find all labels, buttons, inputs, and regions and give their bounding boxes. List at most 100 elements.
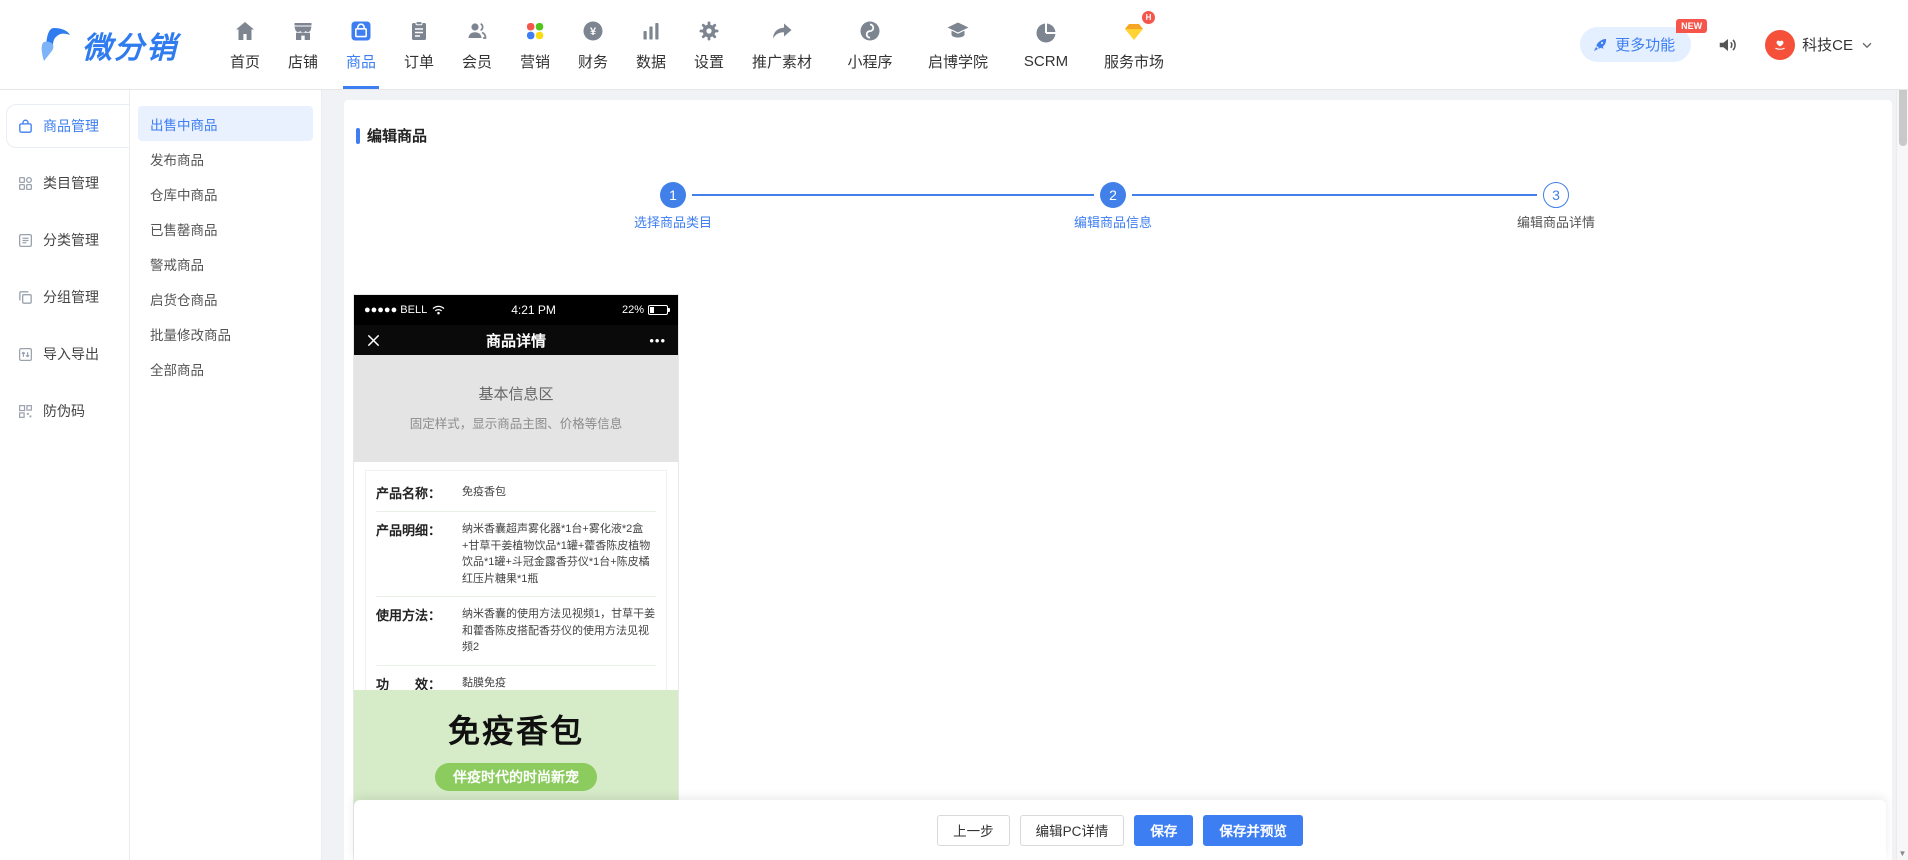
nav-item-marketing[interactable]: 营销 — [506, 0, 564, 89]
sidebar-item-product-manage[interactable]: 商品管理 — [6, 104, 129, 148]
nav-label: 店铺 — [288, 51, 318, 72]
sidebar-item-label: 商品管理 — [43, 116, 99, 136]
academy-cap-icon — [945, 18, 971, 44]
nav-label: 服务市场 — [1104, 51, 1164, 72]
nav-item-promo-material[interactable]: 推广素材 — [738, 0, 826, 89]
product-submenu: 出售中商品 发布商品 仓库中商品 已售罄商品 警戒商品 启货仓商品 批量修改商品… — [130, 90, 322, 860]
sidebar-item-category-manage[interactable]: 分类管理 — [6, 218, 129, 262]
nav-item-miniprogram[interactable]: 小程序 — [826, 0, 914, 89]
info-zone-title: 基本信息区 — [354, 355, 678, 404]
more-dots-icon: ••• — [649, 333, 678, 348]
submenu-item-sold-out[interactable]: 已售罄商品 — [138, 211, 313, 246]
step-3-label[interactable]: 编辑商品详情 — [1456, 212, 1656, 231]
previous-step-button[interactable]: 上一步 — [937, 815, 1010, 846]
carrier-signal-text: ●●●●● BELL — [364, 304, 427, 316]
step-1-label[interactable]: 选择商品类目 — [573, 212, 773, 231]
save-button[interactable]: 保存 — [1134, 815, 1193, 846]
submenu-item-stock-warehouse[interactable]: 启货仓商品 — [138, 281, 313, 316]
sidebar-item-anticounterfeit-code[interactable]: 防伪码 — [6, 389, 129, 433]
submenu-item-on-sale[interactable]: 出售中商品 — [138, 106, 313, 141]
submenu-label: 警戒商品 — [150, 254, 204, 274]
sidebar-item-label: 分类管理 — [43, 230, 99, 250]
edit-product-card: 编辑商品 1 2 3 选择商品类目 编辑商品信息 编辑商品详情 ●●●●● BE… — [344, 100, 1892, 860]
sidebar-item-group-manage[interactable]: 分组管理 — [6, 275, 129, 319]
step-connector-1 — [692, 194, 1094, 196]
nav-item-home[interactable]: 首页 — [216, 0, 274, 89]
layers-icon — [17, 289, 34, 306]
nav-item-shop[interactable]: 店铺 — [274, 0, 332, 89]
nav-item-data[interactable]: 数据 — [622, 0, 680, 89]
svg-text:¥: ¥ — [590, 26, 597, 38]
submenu-item-in-warehouse[interactable]: 仓库中商品 — [138, 176, 313, 211]
miniprogram-icon — [857, 18, 883, 44]
main-row: 商品管理 类目管理 分类管理 分组管理 导入导出 — [0, 90, 1908, 860]
submenu-label: 已售罄商品 — [150, 219, 218, 239]
nav-item-service-market[interactable]: H 服务市场 — [1090, 0, 1178, 89]
step-2-circle[interactable]: 2 — [1100, 182, 1126, 208]
field-value: 黏膜免疫 — [462, 674, 656, 691]
nav-item-scrm[interactable]: SCRM — [1002, 0, 1090, 89]
submenu-label: 出售中商品 — [150, 114, 218, 134]
promo-share-icon — [769, 18, 795, 44]
account-name: 科技CE — [1802, 34, 1853, 55]
nav-label: 订单 — [404, 51, 434, 72]
nav-item-academy[interactable]: 启博学院 — [914, 0, 1002, 89]
field-label: 使用方法： — [376, 605, 462, 656]
action-footer: 上一步 编辑PC详情 保存 保存并预览 — [354, 800, 1886, 860]
scrollbar-down-arrow[interactable]: ▼ — [1897, 849, 1908, 858]
field-value: 纳米香囊超声雾化器*1台+雾化液*2盒+甘草干姜植物饮品*1罐+藿香陈皮植物饮品… — [462, 520, 656, 587]
sidebar-item-import-export[interactable]: 导入导出 — [6, 332, 129, 376]
nav-item-order[interactable]: 订单 — [390, 0, 448, 89]
submenu-item-warning[interactable]: 警戒商品 — [138, 246, 313, 281]
gem-badge: H — [1142, 11, 1155, 24]
announcement-speaker-icon[interactable] — [1717, 34, 1739, 56]
sidebar-item-catalog-manage[interactable]: 类目管理 — [6, 161, 129, 205]
step-1-circle[interactable]: 1 — [660, 182, 686, 208]
banner-title: 免疫香包 — [354, 706, 678, 752]
field-row-name: 产品名称： 免疫香包 — [376, 475, 656, 512]
basic-info-zone: 基本信息区 固定样式，显示商品主图、价格等信息 — [354, 355, 678, 462]
edit-pc-detail-button[interactable]: 编辑PC详情 — [1020, 815, 1125, 846]
rocket-icon — [1592, 37, 1608, 53]
nav-label: 设置 — [694, 51, 724, 72]
banner-tag: 伴疫时代的时尚新宠 — [435, 763, 597, 791]
submenu-item-batch-edit[interactable]: 批量修改商品 — [138, 316, 313, 351]
nav-label: SCRM — [1024, 53, 1068, 70]
marketing-icon — [522, 18, 548, 44]
product-icon — [348, 18, 374, 44]
page-scrollbar[interactable]: ▲ ▼ — [1896, 0, 1908, 860]
info-zone-desc: 固定样式，显示商品主图、价格等信息 — [354, 413, 678, 432]
step-num: 1 — [669, 187, 677, 203]
nav-item-member[interactable]: 会员 — [448, 0, 506, 89]
content-area: 编辑商品 1 2 3 选择商品类目 编辑商品信息 编辑商品详情 ●●●●● BE… — [322, 90, 1908, 860]
chevron-down-icon — [1860, 38, 1874, 52]
data-icon — [638, 18, 664, 44]
phone-status-bar: ●●●●● BELL 4:21 PM 22% — [354, 295, 678, 325]
nav-item-settings[interactable]: 设置 — [680, 0, 738, 89]
submenu-label: 仓库中商品 — [150, 184, 218, 204]
app-logo[interactable]: 微分销 — [40, 23, 178, 67]
page-title: 编辑商品 — [356, 125, 427, 146]
submenu-item-all-products[interactable]: 全部商品 — [138, 351, 313, 386]
nav-item-product[interactable]: 商品 — [332, 0, 390, 89]
account-menu[interactable]: 科技CE — [1765, 30, 1874, 60]
battery-icon — [648, 305, 668, 315]
logo-text: 微分销 — [82, 23, 178, 67]
logo-mark-icon — [40, 26, 74, 64]
wifi-icon — [432, 305, 445, 315]
field-label: 产品明细： — [376, 520, 462, 587]
nav-item-finance[interactable]: ¥ 财务 — [564, 0, 622, 89]
more-features-button[interactable]: 更多功能 NEW — [1580, 27, 1691, 62]
field-row-effect: 功 效： 黏膜免疫 — [376, 666, 656, 691]
step-3-circle[interactable]: 3 — [1543, 182, 1569, 208]
market-gem-icon: H — [1121, 18, 1147, 44]
field-value: 纳米香囊的使用方法见视频1，甘草干姜和藿香陈皮搭配香芬仪的使用方法见视频2 — [462, 605, 656, 656]
nav-label: 商品 — [346, 51, 376, 72]
sidebar-item-label: 防伪码 — [43, 401, 85, 421]
step-2-label[interactable]: 编辑商品信息 — [1013, 212, 1213, 231]
step-num: 3 — [1552, 187, 1560, 203]
phone-page-title: 商品详情 — [396, 330, 636, 351]
submenu-item-publish[interactable]: 发布商品 — [138, 141, 313, 176]
save-and-preview-button[interactable]: 保存并预览 — [1203, 815, 1303, 846]
nav-label: 首页 — [230, 51, 260, 72]
